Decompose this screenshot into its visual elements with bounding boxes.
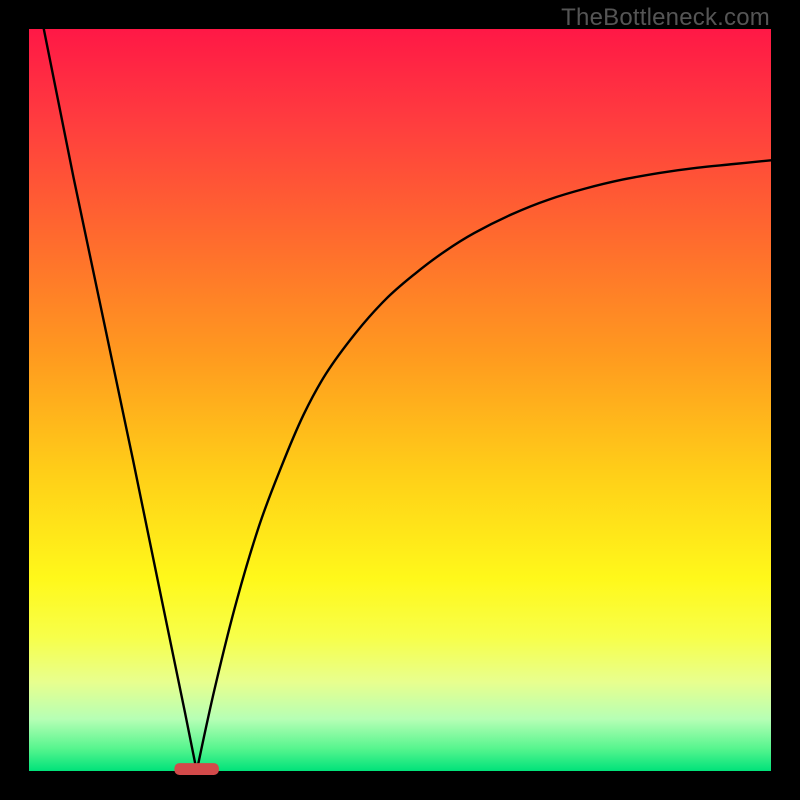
curve-left (44, 29, 197, 771)
plot-svg (29, 29, 771, 771)
min-marker (174, 763, 219, 775)
curve-right (197, 160, 771, 771)
watermark-text: TheBottleneck.com (561, 4, 770, 32)
